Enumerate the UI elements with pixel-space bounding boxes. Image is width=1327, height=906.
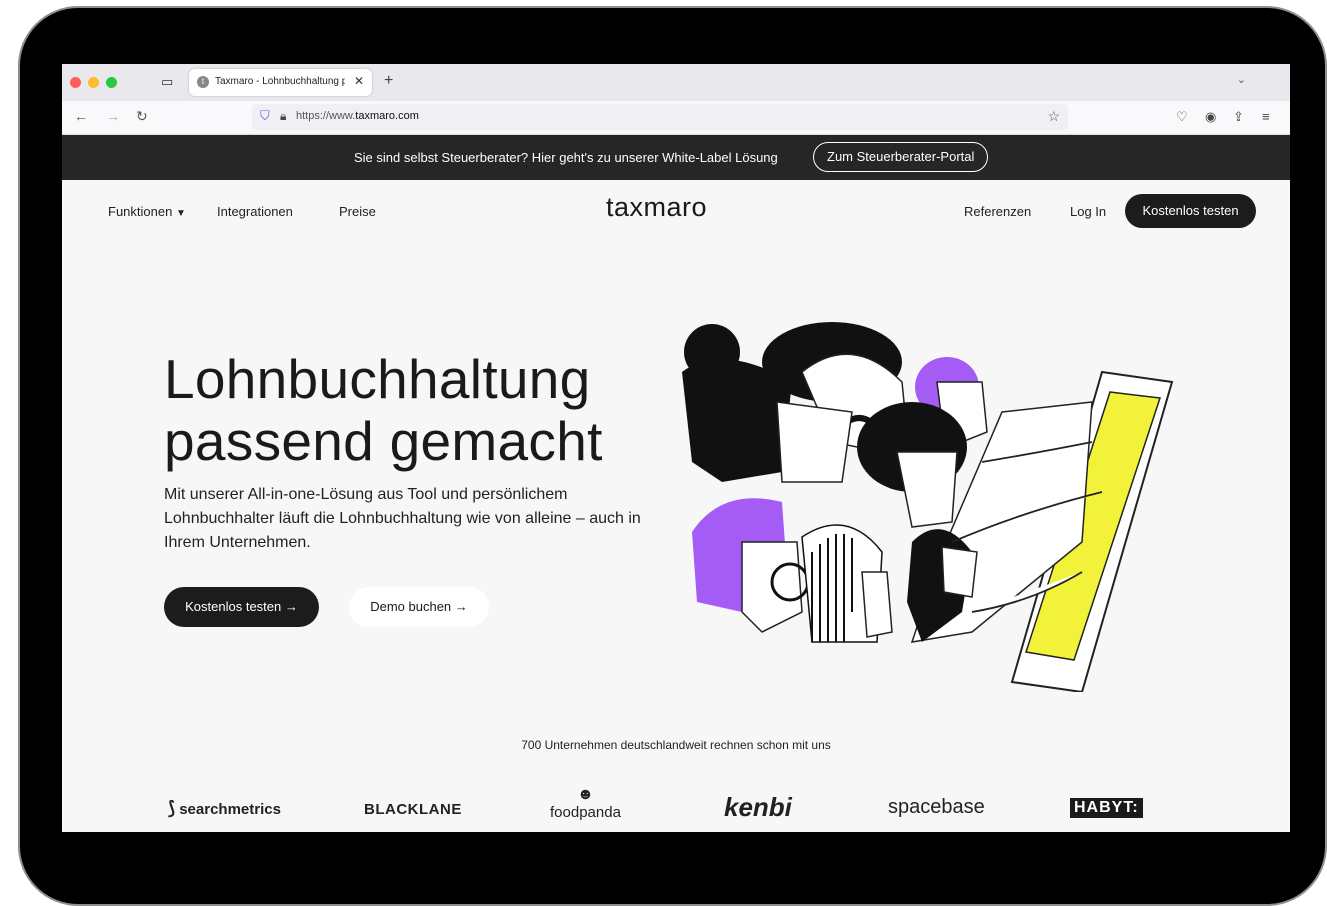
list-all-tabs-icon[interactable]: ⌄ [1237, 73, 1246, 86]
logo-kenbi: kenbi [724, 792, 792, 822]
kostenlos-testen-button[interactable]: Kostenlos testen → [164, 587, 319, 627]
panda-icon: ☻ [577, 786, 594, 803]
steuerberater-banner: Sie sind selbst Steuerberater? Hier geht… [62, 135, 1290, 180]
nav-integrationen[interactable]: Integrationen [217, 204, 293, 219]
reload-icon[interactable]: ↻ [136, 108, 148, 125]
tracking-shield-icon[interactable]: ⛉ [260, 108, 270, 124]
hero-illustration [682, 322, 1174, 692]
favicon-icon: t [197, 76, 209, 88]
maximize-window-button[interactable] [106, 77, 117, 88]
taxmaro-logo[interactable]: taxmaro [606, 192, 707, 223]
banner-message: Sie sind selbst Steuerberater? Hier geht… [354, 150, 778, 165]
nav-referenzen[interactable]: Referenzen [964, 204, 1031, 219]
logo-searchmetrics: ⟆ searchmetrics [168, 798, 281, 818]
kostenlos-testen-header-button[interactable]: Kostenlos testen [1125, 194, 1256, 228]
tab-bar: ▭ t Taxmaro - Lohnbuchhaltung passend ge… [62, 64, 1290, 101]
address-bar[interactable]: ⛉ 🔒︎ https://www.taxmaro.com ☆ [252, 104, 1068, 130]
menu-icon[interactable]: ≡ [1262, 109, 1270, 124]
nav-login[interactable]: Log In [1070, 204, 1106, 219]
hero-title: Lohnbuchhaltung passend gemacht [164, 348, 603, 472]
lock-icon[interactable]: 🔒︎ [280, 109, 286, 124]
navigation-toolbar: ← → ↻ ⛉ 🔒︎ https://www.taxmaro.com ☆ ♡ ◉… [62, 101, 1290, 135]
bookmark-star-icon[interactable]: ☆ [1047, 108, 1060, 125]
tab-title: Taxmaro - Lohnbuchhaltung passend gemach… [215, 76, 345, 87]
close-tab-icon[interactable]: ✕ [354, 74, 364, 88]
tab-taxmaro[interactable]: t Taxmaro - Lohnbuchhaltung passend gema… [189, 69, 372, 96]
minimize-window-button[interactable] [88, 77, 99, 88]
searchmetrics-icon: ⟆ [168, 798, 176, 818]
hero-lead: Mit unserer All-in-one-Lösung aus Tool u… [164, 486, 641, 551]
forward-icon[interactable]: → [106, 108, 120, 124]
close-window-button[interactable] [70, 77, 81, 88]
pocket-icon[interactable]: ♡ [1176, 109, 1188, 125]
share-icon[interactable]: ⇪ [1233, 109, 1244, 125]
back-icon[interactable]: ← [74, 108, 88, 124]
chevron-down-icon: ▼ [175, 208, 186, 219]
logo-habyt: HABYT: [1070, 798, 1143, 818]
logo-spacebase: spacebase [888, 796, 985, 818]
browser-window: ▭ t Taxmaro - Lohnbuchhaltung passend ge… [62, 64, 1290, 832]
demo-buchen-button[interactable]: Demo buchen → [349, 587, 489, 627]
account-icon[interactable]: ◉ [1205, 109, 1216, 125]
logo-blacklane: BLACKLANE [364, 801, 462, 818]
nav-funktionen[interactable]: Funktionen ▼ [108, 204, 186, 219]
logo-foodpanda: ☻ foodpanda [550, 786, 621, 821]
trust-headline: 700 Unternehmen deutschlandweit rechnen … [521, 738, 831, 752]
tab-overview-icon[interactable]: ▭ [161, 74, 173, 90]
url-text[interactable]: https://www.taxmaro.com [296, 110, 419, 122]
site-header: Funktionen ▼ Integrationen Preise taxmar… [62, 180, 1290, 244]
new-tab-icon[interactable]: + [384, 72, 393, 90]
steuerberater-portal-button[interactable]: Zum Steuerberater-Portal [813, 142, 989, 172]
nav-preise[interactable]: Preise [339, 204, 376, 219]
